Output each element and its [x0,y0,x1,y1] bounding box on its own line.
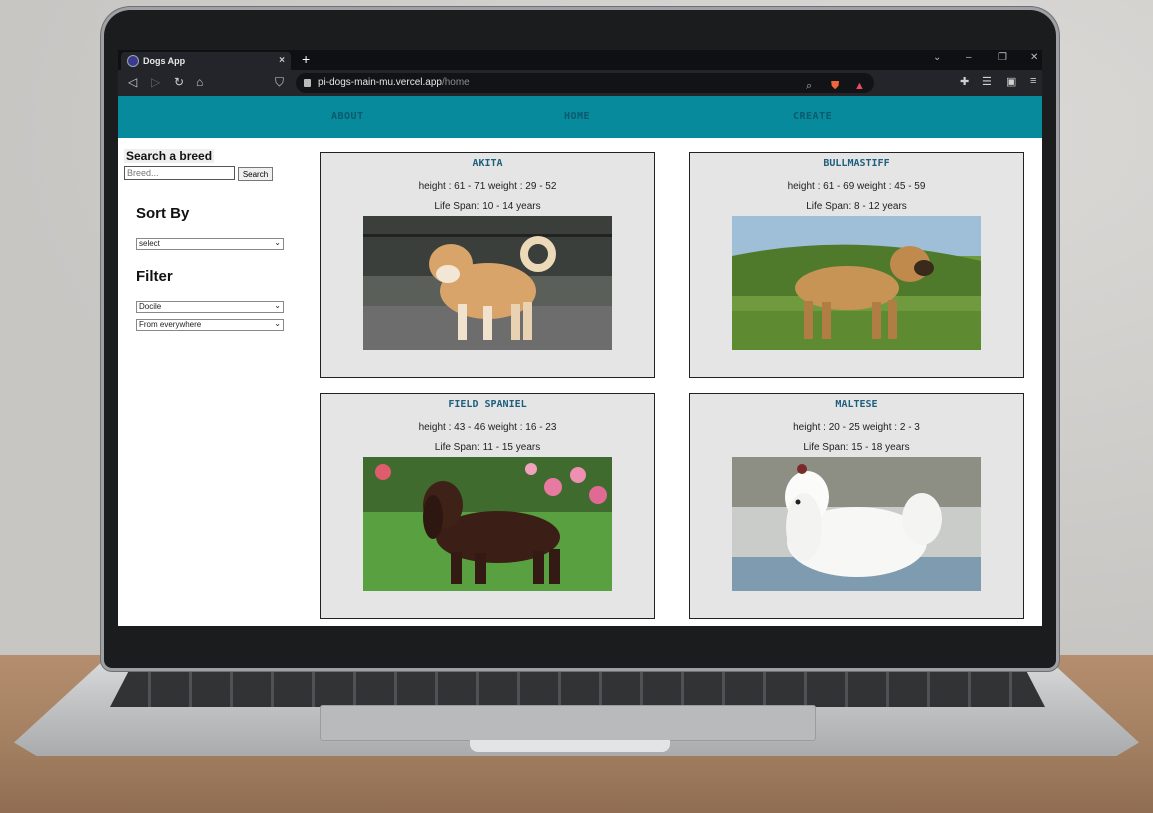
browser-tab[interactable]: Dogs App × [121,52,291,70]
tab-bar: Dogs App × + ⌄ – ❐ ✕ [118,50,1042,70]
temperament-select-value: Docile [139,302,162,311]
favicon-icon [127,55,139,67]
dog-life-span: Life Span: 10 - 14 years [434,201,541,212]
origin-select-value: From everywhere [139,320,202,329]
nav-about[interactable]: ABOUT [331,111,364,122]
laptop-notch [470,740,670,752]
laptop-keyboard [110,671,1045,707]
dog-height-weight: height : 61 - 71 weight : 29 - 52 [418,181,557,192]
dog-height-weight: height : 20 - 25 weight : 2 - 3 [793,422,920,433]
brave-shield-icon[interactable]: ⛊ [831,76,839,96]
reload-icon[interactable]: ↻ [174,75,184,89]
dog-card[interactable]: AKITA height : 61 - 71 weight : 29 - 52 … [320,152,655,378]
browser-toolbar: ◁ ▷ ↻ ⌂ ⛉ pi-dogs-main-mu.vercel.app/hom… [118,70,1042,96]
forward-icon[interactable]: ▷ [151,75,160,89]
dog-name[interactable]: FIELD SPANIEL [321,399,654,410]
dog-image[interactable] [732,457,981,591]
dog-life-span: Life Span: 11 - 15 years [434,442,541,453]
dog-name[interactable]: MALTESE [690,399,1023,410]
dog-image[interactable] [363,457,612,591]
window-close-icon[interactable]: ✕ [1030,52,1038,63]
dog-height-weight: height : 61 - 69 weight : 45 - 59 [787,181,926,192]
dog-card[interactable]: BULLMASTIFF height : 61 - 69 weight : 45… [689,152,1024,378]
dog-life-span: Life Span: 15 - 18 years [803,442,910,453]
laptop-trackpad [320,705,816,741]
page: ABOUT HOME CREATE Search a breed Search … [118,96,1042,626]
back-icon[interactable]: ◁ [128,75,137,89]
search-title: Search a breed [124,149,215,163]
sort-heading: Sort By [136,205,190,222]
chevron-down-icon: ⌄ [274,301,281,310]
menu-icon[interactable]: ≡ [1030,75,1036,87]
navbar: ABOUT HOME CREATE [118,96,1042,138]
tab-list-icon[interactable]: ⌄ [933,52,941,63]
playlist-icon[interactable]: ☰ [982,75,992,88]
new-tab-button[interactable]: + [302,51,310,67]
search-icon[interactable]: ⌕ [806,76,812,96]
brave-rewards-icon[interactable]: ▲ [854,76,865,96]
nav-home[interactable]: HOME [564,111,590,122]
address-bar[interactable]: pi-dogs-main-mu.vercel.app/home ⌕ ⛊ ▲ [296,73,874,93]
temperament-select[interactable]: Docile ⌄ [136,301,284,313]
extensions-icon[interactable]: ✚ [960,75,969,88]
lock-icon [304,79,311,87]
dog-life-span: Life Span: 8 - 12 years [806,201,907,212]
dog-name[interactable]: AKITA [321,158,654,169]
bookmark-icon[interactable]: ⛉ [275,75,284,90]
dog-card[interactable]: MALTESE height : 20 - 25 weight : 2 - 3 … [689,393,1024,619]
sort-select-value: select [139,239,160,248]
laptop-screen: Dogs App × + ⌄ – ❐ ✕ ◁ ▷ ↻ ⌂ ⛉ pi-dogs-m… [118,50,1042,626]
sort-select[interactable]: select ⌄ [136,238,284,250]
search-input[interactable] [124,166,235,180]
filter-heading: Filter [136,268,173,285]
minimize-icon[interactable]: – [966,52,972,63]
nav-create[interactable]: CREATE [793,111,832,122]
dog-name[interactable]: BULLMASTIFF [690,158,1023,169]
home-icon[interactable]: ⌂ [196,75,203,89]
url-host: pi-dogs-main-mu.vercel.app [318,77,442,88]
dog-image[interactable] [363,216,612,350]
dog-height-weight: height : 43 - 46 weight : 16 - 23 [418,422,557,433]
close-icon[interactable]: × [279,52,285,70]
dog-image[interactable] [732,216,981,350]
wallet-icon[interactable]: ▣ [1006,75,1016,88]
dog-card[interactable]: FIELD SPANIEL height : 43 - 46 weight : … [320,393,655,619]
chevron-down-icon: ⌄ [274,238,281,247]
sidebar: Search a breed Search Sort By select ⌄ F… [118,138,308,626]
origin-select[interactable]: From everywhere ⌄ [136,319,284,331]
maximize-icon[interactable]: ❐ [998,52,1007,63]
tab-title: Dogs App [143,56,186,66]
url-path: /home [441,77,470,88]
chevron-down-icon: ⌄ [274,319,281,328]
search-button[interactable]: Search [238,167,273,181]
